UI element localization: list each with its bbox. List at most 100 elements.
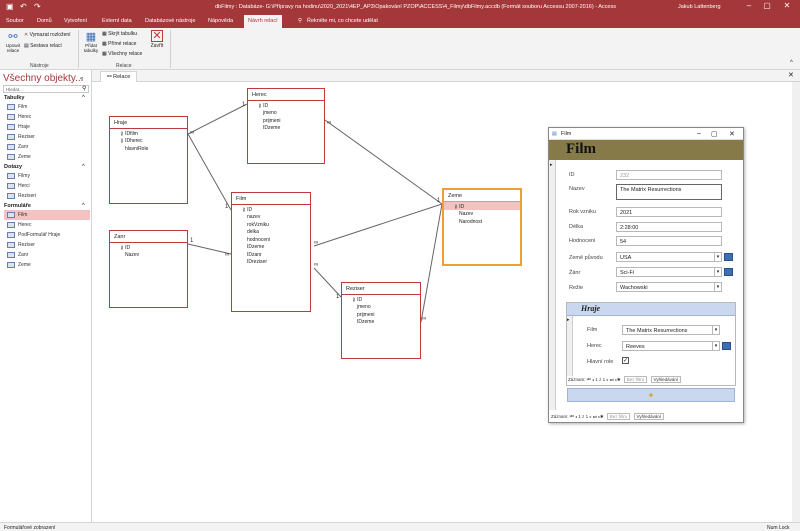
section-collapse-icon[interactable]: ^ — [82, 203, 85, 209]
table-field[interactable]: IDzeme — [248, 124, 324, 131]
table-field[interactable]: Narodnost — [444, 217, 520, 225]
nav-item-table-hraje[interactable]: Hraje — [4, 122, 90, 132]
rezie-combo[interactable]: Wachowski ▾ — [616, 282, 722, 292]
table-field[interactable]: Nazev — [444, 210, 520, 217]
collapse-ribbon-icon[interactable]: ^ — [790, 60, 793, 66]
nav-collapse-icon[interactable]: « — [80, 76, 83, 82]
undo-icon[interactable]: ↶ — [20, 2, 27, 11]
open-zanr-button[interactable] — [724, 268, 733, 276]
nav-title[interactable]: Všechny objekty... — [3, 73, 83, 84]
nav-item-form-film[interactable]: Film — [4, 210, 90, 220]
tab-vytvoreni[interactable]: Vytvoření — [64, 18, 87, 24]
zeme-combo[interactable]: USA ▾ — [616, 252, 722, 262]
table-field[interactable]: IDzeme — [232, 243, 310, 250]
open-herec-button[interactable] — [722, 342, 731, 350]
nav-section-forms[interactable]: Formuláře — [4, 203, 31, 209]
search-box[interactable]: Vyhledávání — [633, 413, 665, 420]
section-collapse-icon[interactable]: ^ — [82, 95, 85, 101]
id-field[interactable]: 232 — [616, 170, 722, 180]
next-record-icon[interactable]: ▸ — [606, 377, 608, 382]
redo-icon[interactable]: ↷ — [34, 2, 41, 11]
nav-item-form-reziser[interactable]: Reziser — [4, 240, 90, 250]
nav-item-query-reziseri[interactable]: Reziseri — [4, 191, 90, 201]
table-field[interactable]: jmeno — [342, 303, 420, 310]
close-document-icon[interactable]: ✕ — [788, 71, 794, 79]
edit-relations-button[interactable]: ⚯ Upravit relace — [4, 30, 22, 53]
new-record-icon[interactable]: ▸✱ — [615, 377, 620, 382]
nav-item-form-zeme[interactable]: Zeme — [4, 260, 90, 270]
all-relations-button[interactable]: ▦ Všechny relace — [102, 51, 142, 57]
subform-record-selector[interactable]: ▸ — [567, 316, 573, 376]
tab-externi-data[interactable]: Externí data — [102, 18, 132, 24]
table-field[interactable]: Nazev — [110, 251, 187, 258]
table-hraje[interactable]: Hraje IDfilm IDherec hlavniRole — [109, 116, 188, 204]
new-record-icon[interactable]: ▸✱ — [598, 414, 603, 419]
nav-item-form-herec[interactable]: Herec — [4, 220, 90, 230]
table-field[interactable]: hlavniRole — [110, 144, 187, 152]
tab-databazove-nastroje[interactable]: Databázové nástroje — [145, 18, 195, 24]
table-film[interactable]: Film ID nazev rokVzniku delka hodnoceni … — [231, 192, 311, 312]
delka-field[interactable]: 2:28:00 — [616, 222, 722, 232]
tell-me-search[interactable]: Řekněte mi, co chcete udělat — [307, 18, 378, 24]
close-icon[interactable]: ✕ — [729, 130, 735, 138]
nav-item-query-herci[interactable]: Herci — [4, 181, 90, 191]
table-zeme[interactable]: Zeme ID Nazev Narodnost — [442, 188, 522, 266]
table-field[interactable]: jmeno — [248, 109, 324, 116]
filter-indicator[interactable]: Bez filtru — [606, 413, 631, 420]
table-zanr[interactable]: Zanr ID Nazev — [109, 230, 188, 308]
nav-search-input[interactable]: Hledat... — [3, 85, 89, 93]
nav-item-table-zanr[interactable]: Zanr — [4, 142, 90, 152]
close-relations-button[interactable]: ✕ Zavřít — [149, 30, 165, 49]
nav-item-table-film[interactable]: Film — [4, 102, 90, 112]
prev-record-icon[interactable]: ◂ — [592, 377, 594, 382]
first-record-icon[interactable]: ⏮ — [570, 414, 574, 419]
subform-herec-combo[interactable]: Reeves ▾ — [622, 341, 720, 351]
tab-navrh-relaci[interactable]: Návrh relací — [244, 15, 282, 28]
table-field[interactable]: ID — [444, 202, 520, 210]
search-box[interactable]: Vyhledávání — [650, 376, 682, 383]
hodnoceni-field[interactable]: 54 — [616, 236, 722, 246]
maximize-icon[interactable]: ▢ — [711, 130, 718, 138]
tab-napoveda[interactable]: Nápověda — [208, 18, 233, 24]
relation-report-button[interactable]: ▤ Sestava relací — [24, 43, 62, 49]
record-selector[interactable]: ▸ — [549, 160, 556, 410]
nav-item-form-podformular-hraje[interactable]: PodFormulář Hraje — [4, 230, 90, 240]
filter-indicator[interactable]: Bez filtru — [623, 376, 648, 383]
chevron-down-icon[interactable]: ▾ — [712, 342, 719, 350]
hide-table-button[interactable]: ▦ Skrýt tabulku — [102, 31, 137, 37]
table-field[interactable]: IDzanr — [232, 250, 310, 258]
next-record-icon[interactable]: ▸ — [589, 414, 591, 419]
section-collapse-icon[interactable]: ^ — [82, 164, 85, 170]
hlavni-role-checkbox[interactable]: ✓ — [622, 357, 629, 364]
table-reziser[interactable]: Reziser ID jmeno prijmeni IDzeme — [341, 282, 421, 359]
chevron-down-icon[interactable]: ▾ — [714, 283, 721, 291]
add-tables-button[interactable]: ▦ Přidat tabulky — [82, 30, 100, 53]
nav-item-table-herec[interactable]: Herec — [4, 112, 90, 122]
tab-relace[interactable]: ⚯ Relace — [100, 71, 138, 82]
close-icon[interactable]: ✕ — [780, 1, 794, 13]
table-field[interactable]: prijmeni — [342, 310, 420, 318]
vertical-scrollbar[interactable] — [792, 82, 800, 522]
nazev-field[interactable]: The Matrix Resurrections — [616, 184, 722, 200]
open-zeme-button[interactable] — [724, 253, 733, 261]
chevron-down-icon[interactable]: ▾ — [714, 253, 721, 261]
direct-relations-button[interactable]: ▦ Přímé relace — [102, 41, 136, 47]
table-field[interactable]: prijmeni — [248, 116, 324, 124]
nav-section-tables[interactable]: Tabulky — [4, 95, 24, 101]
table-field[interactable]: rokVzniku — [232, 220, 310, 228]
last-record-icon[interactable]: ⏭ — [593, 414, 597, 419]
nav-item-form-zanr[interactable]: Zanr — [4, 250, 90, 260]
first-record-icon[interactable]: ⏮ — [587, 377, 591, 382]
chevron-down-icon[interactable]: ▾ — [714, 268, 721, 276]
nav-item-table-reziser[interactable]: Reziser — [4, 132, 90, 142]
table-field[interactable]: ID — [232, 205, 310, 213]
last-record-icon[interactable]: ⏭ — [610, 377, 614, 382]
nav-section-queries[interactable]: Dotazy — [4, 164, 22, 170]
table-field[interactable]: hodnoceni — [232, 235, 310, 243]
prev-record-icon[interactable]: ◂ — [575, 414, 577, 419]
form-action-button[interactable]: ✦ — [567, 388, 735, 402]
table-field[interactable]: IDfilm — [110, 129, 187, 137]
save-icon[interactable]: ▣ — [6, 2, 14, 11]
table-field[interactable]: IDherec — [110, 137, 187, 144]
maximize-icon[interactable]: ▢ — [760, 1, 774, 13]
